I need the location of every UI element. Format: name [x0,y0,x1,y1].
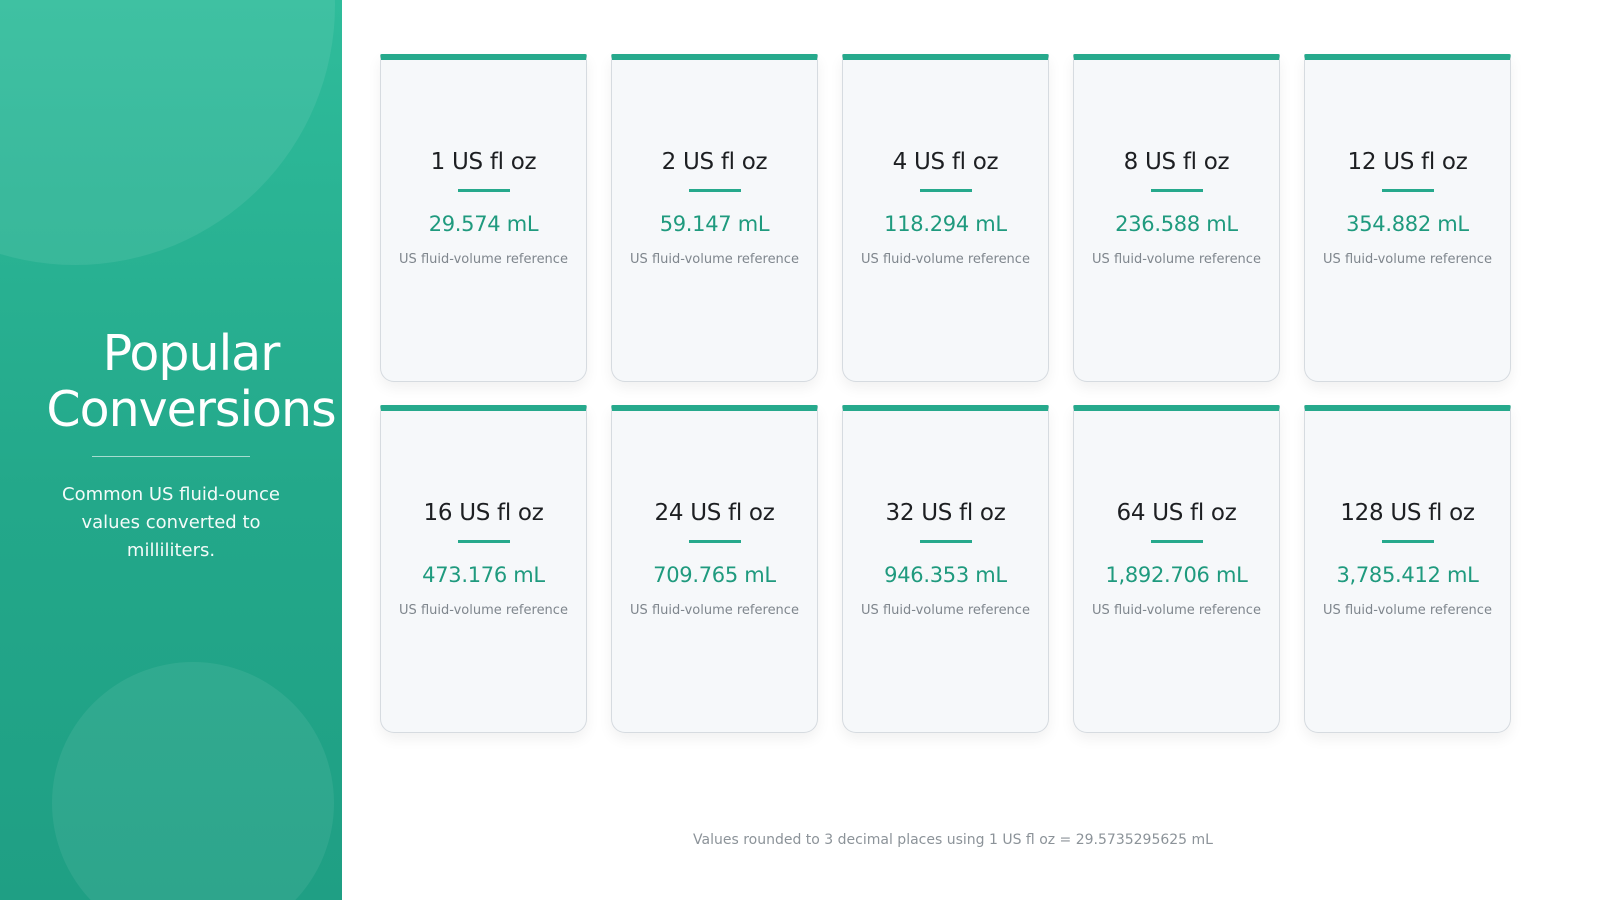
conversion-card: 128 US fl oz 3,785.412 mL US fluid-volum… [1304,405,1511,733]
card-divider [457,539,510,543]
card-divider [919,188,972,192]
conversion-card: 32 US fl oz 946.353 mL US fluid-volume r… [842,405,1049,733]
card-divider [457,188,510,192]
card-ounces: 12 US fl oz [1347,148,1468,175]
card-milliliters: 59.147 mL [659,211,770,236]
page-title-line-1: Popular [102,325,281,382]
card-ounces: 4 US fl oz [892,148,999,175]
page-subtitle: Common US fluid-ounce values converted t… [62,484,280,561]
conversion-card: 2 US fl oz 59.147 mL US fluid-volume ref… [611,54,818,382]
card-reference: US fluid-volume reference [1323,251,1492,267]
decorative-circle-bottom [52,662,334,900]
card-divider [1150,539,1203,543]
card-divider [1381,188,1434,192]
card-divider [1381,539,1434,543]
main-content: 1 US fl oz 29.574 mL US fluid-volume ref… [342,0,1600,900]
card-milliliters: 709.765 mL [653,562,776,587]
card-divider [688,539,741,543]
conversion-card: 24 US fl oz 709.765 mL US fluid-volume r… [611,405,818,733]
card-reference: US fluid-volume reference [1323,602,1492,618]
card-ounces: 24 US fl oz [654,499,775,526]
card-divider [919,539,972,543]
card-milliliters: 354.882 mL [1346,211,1469,236]
card-reference: US fluid-volume reference [861,251,1030,267]
conversion-grid: 1 US fl oz 29.574 mL US fluid-volume ref… [380,54,1511,733]
card-reference: US fluid-volume reference [861,602,1030,618]
decorative-circle-top [0,0,335,265]
conversion-card: 12 US fl oz 354.882 mL US fluid-volume r… [1304,54,1511,382]
card-reference: US fluid-volume reference [630,251,799,267]
page-title-line-2: Conversions [46,381,336,438]
card-reference: US fluid-volume reference [399,602,568,618]
card-reference: US fluid-volume reference [630,602,799,618]
page-title: Popular Conversions [46,325,336,438]
card-reference: US fluid-volume reference [1092,602,1261,618]
conversion-card: 4 US fl oz 118.294 mL US fluid-volume re… [842,54,1049,382]
sidebar: Popular Conversions Common US fluid-ounc… [0,0,342,900]
card-milliliters: 473.176 mL [422,562,545,587]
card-ounces: 32 US fl oz [885,499,1006,526]
page: Popular Conversions Common US fluid-ounc… [0,0,1600,900]
card-milliliters: 118.294 mL [884,211,1007,236]
card-milliliters: 236.588 mL [1115,211,1238,236]
card-milliliters: 1,892.706 mL [1105,562,1248,587]
card-milliliters: 3,785.412 mL [1336,562,1479,587]
card-ounces: 64 US fl oz [1116,499,1237,526]
conversion-card: 64 US fl oz 1,892.706 mL US fluid-volume… [1073,405,1280,733]
sidebar-divider [92,456,250,457]
conversion-card: 16 US fl oz 473.176 mL US fluid-volume r… [380,405,587,733]
card-ounces: 128 US fl oz [1340,499,1475,526]
conversion-card: 1 US fl oz 29.574 mL US fluid-volume ref… [380,54,587,382]
card-ounces: 2 US fl oz [661,148,768,175]
card-milliliters: 946.353 mL [884,562,1007,587]
sidebar-content: Popular Conversions Common US fluid-ounc… [0,326,342,565]
footnote: Values rounded to 3 decimal places using… [693,832,1213,848]
card-reference: US fluid-volume reference [399,251,568,267]
card-ounces: 8 US fl oz [1123,148,1230,175]
card-ounces: 1 US fl oz [430,148,537,175]
card-milliliters: 29.574 mL [428,211,539,236]
card-reference: US fluid-volume reference [1092,251,1261,267]
conversion-card: 8 US fl oz 236.588 mL US fluid-volume re… [1073,54,1280,382]
card-ounces: 16 US fl oz [423,499,544,526]
card-divider [1150,188,1203,192]
card-divider [688,188,741,192]
